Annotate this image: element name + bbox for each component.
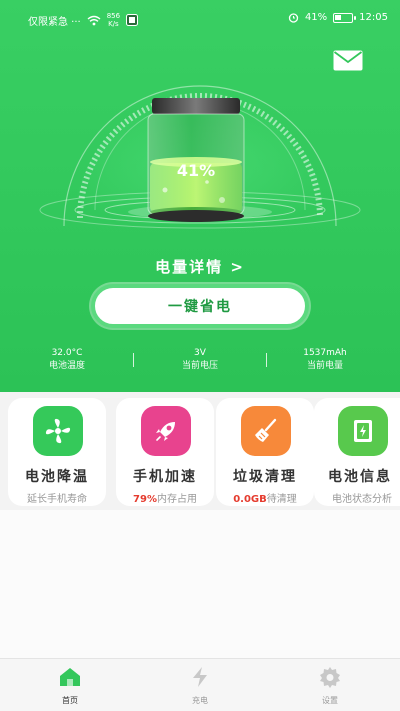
tab-settings[interactable]: 设置	[290, 665, 370, 706]
rocket-icon	[156, 422, 175, 441]
card-subtitle: 79%内存占用	[116, 490, 214, 505]
stat-temperature: 32.0°C 电池温度	[7, 347, 127, 373]
card-title: 垃圾清理	[233, 469, 297, 485]
one-click-save-button[interactable]: 一键省电	[91, 284, 309, 328]
card-junk-clean[interactable]: 垃圾清理 0.0GB待清理	[216, 398, 314, 506]
battery-percent-text: 41%	[304, 12, 328, 23]
card-icon-bg	[33, 406, 83, 456]
battery-gauge: 41%	[39, 85, 361, 229]
status-bar: 仅限紧急 ··· 856 K/s 41% 12:05	[0, 0, 400, 38]
content-area	[0, 510, 400, 658]
stat-voltage: 3V 当前电压	[140, 347, 260, 373]
home-icon	[60, 668, 80, 686]
card-subtitle: 延长手机寿命	[8, 490, 106, 505]
gear-icon	[320, 667, 340, 688]
status-battery-icon	[333, 12, 357, 23]
card-subtitle-text: 延长手机寿命	[27, 494, 87, 505]
tab-label: 充电	[192, 696, 208, 705]
card-title: 电池信息	[328, 469, 392, 485]
card-icon-bg	[338, 406, 388, 456]
card-subtitle-text: 待清理	[266, 494, 297, 505]
bottom-tab-bar: 首页 充电 设置	[0, 658, 400, 711]
clock: 12:05	[359, 12, 388, 23]
stat-temperature-value: 32.0°C	[51, 348, 83, 358]
card-subtitle: 电池状态分析	[312, 490, 400, 505]
power-detail-link[interactable]: 电量详情 >	[0, 256, 400, 277]
card-subtitle-text: 内存占用	[156, 494, 197, 505]
stat-divider	[133, 353, 134, 367]
charge-icon	[193, 667, 207, 687]
app-notification-icon	[126, 14, 139, 26]
stat-voltage-label: 当前电压	[181, 361, 218, 371]
stat-temperature-label: 电池温度	[48, 361, 85, 371]
net-speed: 856 K/s	[107, 12, 120, 28]
card-subtitle-highlight: 0.0GB	[233, 494, 267, 505]
card-subtitle-text: 电池状态分析	[332, 494, 392, 505]
wifi-icon	[87, 15, 101, 25]
broom-icon	[255, 418, 277, 442]
net-speed-value: 856	[106, 12, 121, 20]
card-phone-boost[interactable]: 手机加速 79%内存占用	[116, 398, 214, 506]
stat-capacity-value: 1537mAh	[303, 348, 347, 358]
card-subtitle: 0.0GB待清理	[216, 490, 314, 505]
battery-level-text: 41%	[177, 161, 215, 180]
tab-charge[interactable]: 充电	[160, 665, 240, 706]
stat-voltage-value: 3V	[194, 348, 206, 358]
hero-panel: 仅限紧急 ··· 856 K/s 41% 12:05 41% 电量详情 > 一键…	[0, 0, 400, 392]
alarm-icon	[288, 13, 299, 23]
card-icon-bg	[241, 406, 291, 456]
card-title: 电池降温	[25, 469, 89, 485]
card-subtitle-highlight: 79%	[133, 494, 157, 505]
stat-capacity: 1537mAh 当前电量	[265, 347, 385, 373]
card-icon-bg	[141, 406, 191, 456]
card-title: 手机加速	[133, 469, 197, 485]
card-battery-info[interactable]: 电池信息 电池状态分析	[314, 398, 400, 506]
feature-cards: 电池降温 延长手机寿命 手机加速 79%内存占用 垃圾清理 0.0GB待清理 电…	[0, 392, 400, 506]
tab-label: 首页	[62, 696, 78, 705]
stat-capacity-label: 当前电量	[306, 361, 343, 371]
tab-home[interactable]: 首页	[30, 665, 110, 706]
battery-info-icon	[354, 420, 372, 442]
net-speed-unit: K/s	[108, 20, 119, 28]
carrier-text: 仅限紧急 ···	[28, 16, 81, 28]
tab-label: 设置	[322, 696, 338, 705]
card-battery-cooling[interactable]: 电池降温 延长手机寿命	[8, 398, 106, 506]
battery-stats: 32.0°C 电池温度 3V 当前电压 1537mAh 当前电量	[0, 347, 400, 379]
fan-icon	[45, 418, 71, 444]
